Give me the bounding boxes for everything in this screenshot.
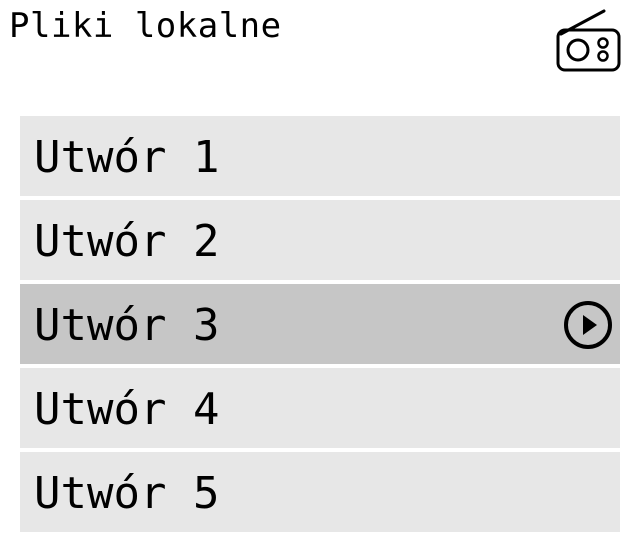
track-item-5[interactable]: Utwór 5 xyxy=(20,452,620,532)
track-item-1[interactable]: Utwór 1 xyxy=(20,116,620,196)
page-title: Pliki lokalne xyxy=(9,6,282,46)
track-label: Utwór 1 xyxy=(34,132,220,183)
track-label: Utwór 2 xyxy=(34,216,220,267)
track-label: Utwór 5 xyxy=(34,468,220,519)
play-circle-icon[interactable] xyxy=(562,299,614,351)
track-item-2[interactable]: Utwór 2 xyxy=(20,200,620,280)
radio-icon[interactable] xyxy=(553,8,623,74)
track-label: Utwór 4 xyxy=(34,384,220,435)
track-label: Utwór 3 xyxy=(34,300,220,351)
track-item-3-selected[interactable]: Utwór 3 xyxy=(20,284,620,364)
track-list: Utwór 1 Utwór 2 Utwór 3 Utwór 4 Utwór 5 xyxy=(20,116,620,536)
track-item-4[interactable]: Utwór 4 xyxy=(20,368,620,448)
